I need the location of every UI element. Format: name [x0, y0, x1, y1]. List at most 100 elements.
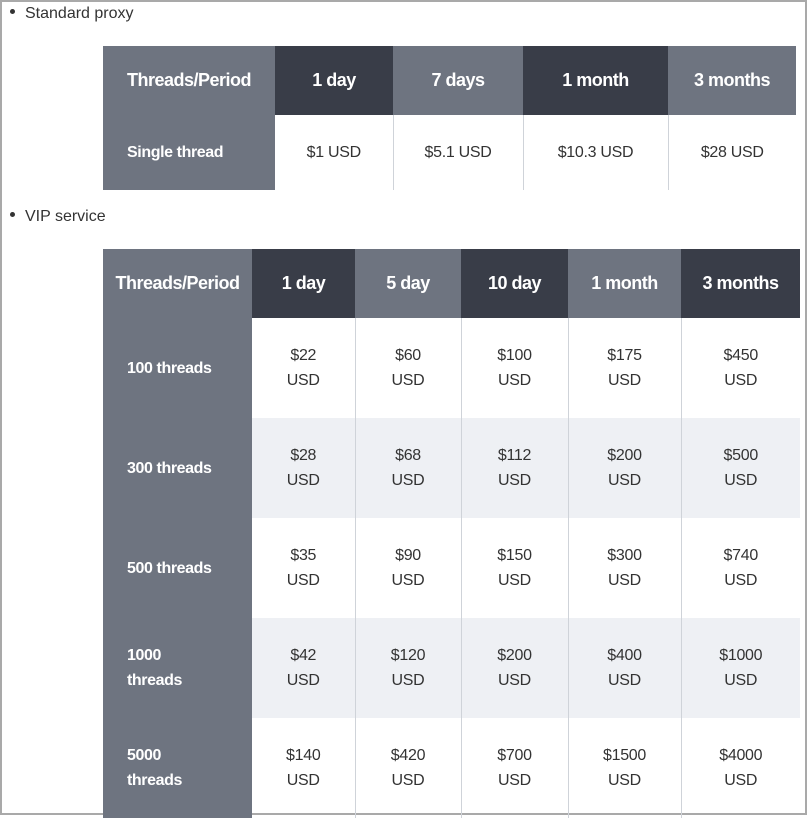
price-cell: $28 USD	[252, 418, 355, 518]
price-amount: $120	[390, 647, 426, 664]
price-cell: $1000 USD	[680, 618, 800, 718]
header-period: 3 months	[681, 249, 800, 318]
price-currency: USD	[286, 772, 320, 789]
price-currency: USD	[724, 572, 758, 589]
row-label-line: 100 threads	[127, 359, 212, 377]
price-currency: USD	[498, 672, 531, 689]
price-cell: $500 USD	[680, 418, 800, 518]
vip-service-price-table: Threads/Period 1 day 5 day 10 day 1 mont…	[103, 249, 800, 818]
price-cell: $28 USD	[667, 115, 796, 190]
price-currency: USD	[608, 572, 641, 589]
price-currency: USD	[286, 672, 320, 689]
price-currency: USD	[391, 372, 425, 389]
table-row: Single thread $1 USD $5.1 USD $10.3 USD …	[103, 115, 796, 190]
price-cell: $450 USD	[680, 318, 800, 418]
price-currency: USD	[391, 772, 425, 789]
price-cell: $35 USD	[252, 518, 355, 618]
header-period: 1 day	[252, 249, 355, 318]
table-row: 100 threads $22 USD $60 USD $100 USD $175 USD $45…	[103, 318, 800, 418]
row-label: 100 threads	[103, 318, 252, 418]
price-amount: $68	[395, 447, 421, 464]
header-period: 10 day	[461, 249, 568, 318]
table-header-row: Threads/Period 1 day 7 days 1 month 3 mo…	[103, 46, 796, 115]
header-period: 1 month	[523, 46, 668, 115]
price-currency: USD	[286, 372, 320, 389]
row-label: Single thread	[103, 115, 275, 190]
price-cell: $68 USD	[354, 418, 461, 518]
price-amount: $100	[497, 347, 532, 364]
header-period: 3 months	[668, 46, 796, 115]
price-amount: $700	[497, 747, 532, 764]
price-amount: $22	[290, 347, 317, 364]
price-amount: $112	[497, 447, 532, 464]
price-amount: $500	[723, 447, 759, 464]
price-cell: $90 USD	[354, 518, 461, 618]
table-row: 500 threads $35 USD $90 USD $150 USD $300 USD $74…	[103, 518, 800, 618]
price-amount: $300	[607, 547, 642, 564]
bullet-icon	[10, 9, 15, 15]
price-amount: $400	[607, 647, 642, 664]
price-cell: $42 USD	[252, 618, 355, 718]
header-period: 7 days	[393, 46, 523, 115]
price-amount: $90	[395, 547, 421, 564]
price-cell: $100 USD	[460, 318, 568, 418]
row-label-line: 300 threads	[127, 459, 212, 477]
price-currency: USD	[498, 372, 531, 389]
bullet-icon	[10, 212, 15, 218]
price-currency: USD	[724, 372, 758, 389]
price-cell: $175 USD	[567, 318, 681, 418]
price-currency: USD	[498, 572, 531, 589]
price-currency: USD	[608, 472, 641, 489]
price-currency: USD	[724, 772, 758, 789]
price-amount: $150	[497, 547, 532, 564]
header-period: 5 day	[355, 249, 461, 318]
price-cell: $10.3 USD	[522, 115, 668, 190]
price-cell: $112 USD	[460, 418, 568, 518]
header-threads-period: Threads/Period	[103, 46, 275, 115]
price-cell: $420 USD	[354, 718, 461, 818]
row-label: 1000 threads	[103, 618, 252, 718]
price-amount: $42	[290, 647, 317, 664]
standard-proxy-price-table: Threads/Period 1 day 7 days 1 month 3 mo…	[103, 46, 796, 190]
price-cell: $5.1 USD	[392, 115, 523, 190]
section-title: Standard proxy	[25, 5, 134, 22]
price-cell: $400 USD	[567, 618, 681, 718]
price-currency: USD	[608, 672, 641, 689]
price-cell: $22 USD	[252, 318, 355, 418]
price-cell: $60 USD	[354, 318, 461, 418]
table-row: 1000 threads $42 USD $120 USD $200 USD $400 USD $1…	[103, 618, 800, 718]
price-cell: $1500 USD	[567, 718, 681, 818]
price-amount: $200	[497, 647, 532, 664]
price-amount: $200	[607, 447, 642, 464]
price-amount: $1000	[719, 647, 763, 664]
price-currency: USD	[391, 572, 425, 589]
row-label-line: 5000	[127, 747, 161, 764]
row-label: 500 threads	[103, 518, 252, 618]
price-currency: USD	[391, 472, 425, 489]
price-cell: $150 USD	[460, 518, 568, 618]
price-amount: $740	[723, 547, 759, 564]
price-cell: $120 USD	[354, 618, 461, 718]
price-currency: USD	[608, 372, 641, 389]
price-cell: $300 USD	[567, 518, 681, 618]
price-currency: USD	[724, 672, 758, 689]
row-label: 5000 threads	[103, 718, 252, 818]
price-amount: $1500	[603, 747, 646, 764]
price-amount: $60	[395, 347, 421, 364]
price-cell: $200 USD	[460, 618, 568, 718]
price-cell: $740 USD	[680, 518, 800, 618]
price-cell: $700 USD	[460, 718, 568, 818]
price-currency: USD	[286, 572, 320, 589]
price-cell: $4000 USD	[680, 718, 800, 818]
section-title: VIP service	[25, 208, 106, 225]
price-amount: $140	[286, 747, 321, 764]
price-amount: $175	[607, 347, 642, 364]
price-amount: $450	[723, 347, 759, 364]
table-row: 300 threads $28 USD $68 USD $112 USD $200 USD $50…	[103, 418, 800, 518]
table-header-row: Threads/Period 1 day 5 day 10 day 1 mont…	[103, 249, 800, 318]
price-amount: $35	[290, 547, 317, 564]
price-amount: $4000	[719, 747, 763, 764]
price-currency: USD	[724, 472, 758, 489]
price-currency: USD	[391, 672, 425, 689]
row-label-line: threads	[127, 772, 182, 789]
